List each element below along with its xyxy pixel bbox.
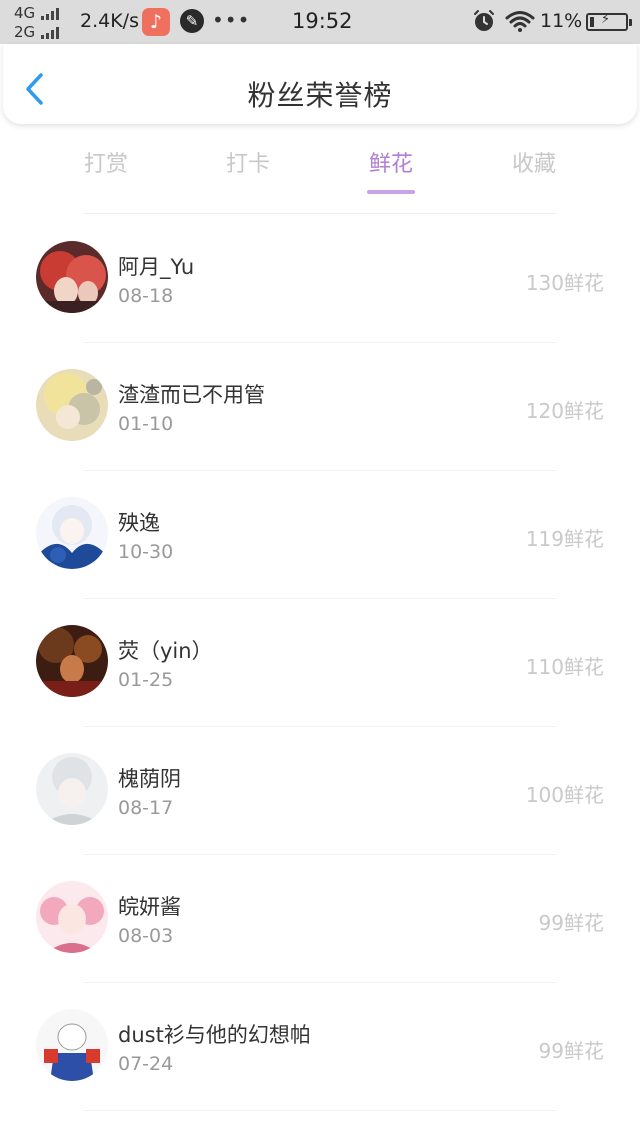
fan-name: 阿月_Yu: [118, 255, 195, 279]
battery-icon: ⚡: [586, 12, 632, 31]
flower-count: 110鲜花: [525, 655, 604, 679]
network-speed: 2.4K/s: [80, 10, 139, 32]
tab-checkin[interactable]: 打卡: [188, 146, 308, 178]
flower-count: 99鲜花: [538, 911, 604, 935]
network-type-top: 4G: [14, 4, 36, 22]
list-item[interactable]: dust衫与他的幻想帕 07-24 99鲜花: [0, 983, 640, 1111]
fan-ranking-list: 阿月_Yu 08-18 130鲜花 渣渣而已不用管 01-10 120鲜花 殃逸…: [0, 215, 640, 1111]
tab-bar: 打赏 打卡 鲜花 收藏: [0, 140, 640, 200]
list-item[interactable]: 渣渣而已不用管 01-10 120鲜花: [0, 343, 640, 471]
tab-label: 鲜花: [368, 152, 413, 177]
page-title: 粉丝荣誉榜: [247, 79, 393, 112]
avatar[interactable]: [36, 881, 108, 953]
alarm-icon: [474, 10, 494, 31]
clock: 19:52: [292, 9, 353, 33]
flower-count: 130鲜花: [525, 271, 604, 295]
status-bar: 4G 2G 2.4K/s ♪ ✎ ••• 19:52 11% ⚡: [0, 0, 640, 44]
list-item[interactable]: 殃逸 10-30 119鲜花: [0, 471, 640, 599]
fan-date: 08-03: [118, 925, 174, 947]
tab-label: 收藏: [511, 152, 556, 177]
avatar[interactable]: [36, 369, 108, 441]
charging-icon: ⚡: [601, 12, 611, 27]
fan-date: 01-25: [118, 669, 174, 691]
divider: [84, 1110, 556, 1111]
fan-date: 08-17: [118, 797, 174, 819]
tab-underline: [367, 190, 415, 194]
list-item[interactable]: 槐荫阴 08-17 100鲜花: [0, 727, 640, 855]
avatar[interactable]: [36, 753, 108, 825]
tab-reward[interactable]: 打赏: [46, 146, 166, 178]
avatar[interactable]: [36, 625, 108, 697]
header-bar: 粉丝荣誉榜: [3, 44, 637, 124]
flower-count: 120鲜花: [525, 399, 604, 423]
fan-date: 01-10: [118, 413, 174, 435]
tab-label: 打卡: [225, 152, 270, 177]
fan-name: 槐荫阴: [118, 767, 181, 791]
fan-name: 荧（yin）: [118, 639, 213, 663]
notification-app-icon: ✎: [180, 9, 204, 33]
avatar[interactable]: [36, 241, 108, 313]
wifi-icon: [505, 11, 535, 32]
tab-favorites[interactable]: 收藏: [474, 146, 594, 178]
list-item[interactable]: 荧（yin） 01-25 110鲜花: [0, 599, 640, 727]
signal-bars-icon: [41, 26, 60, 39]
fan-name: 渣渣而已不用管: [118, 383, 265, 407]
avatar[interactable]: [36, 1009, 108, 1081]
list-item[interactable]: 阿月_Yu 08-18 130鲜花: [0, 215, 640, 343]
flower-count: 99鲜花: [538, 1039, 604, 1063]
signal-indicator: 4G 2G: [14, 4, 76, 42]
avatar[interactable]: [36, 497, 108, 569]
battery-percent: 11%: [540, 10, 583, 32]
fan-date: 10-30: [118, 541, 174, 563]
flower-count: 100鲜花: [525, 783, 604, 807]
fan-name: 皖妍酱: [118, 895, 181, 919]
fan-name: 殃逸: [118, 511, 160, 535]
divider: [84, 213, 556, 214]
fan-name: dust衫与他的幻想帕: [118, 1023, 311, 1047]
fan-date: 08-18: [118, 285, 174, 307]
tab-flowers[interactable]: 鲜花: [331, 146, 451, 194]
flower-count: 119鲜花: [525, 527, 604, 551]
battery-level: [590, 17, 594, 27]
music-app-icon: ♪: [142, 8, 170, 36]
network-type-bottom: 2G: [14, 23, 36, 41]
fan-date: 07-24: [118, 1053, 174, 1075]
more-notifications-icon: •••: [212, 8, 251, 32]
signal-bars-icon: [41, 7, 60, 20]
tab-label: 打赏: [83, 152, 128, 177]
list-item[interactable]: 皖妍酱 08-03 99鲜花: [0, 855, 640, 983]
